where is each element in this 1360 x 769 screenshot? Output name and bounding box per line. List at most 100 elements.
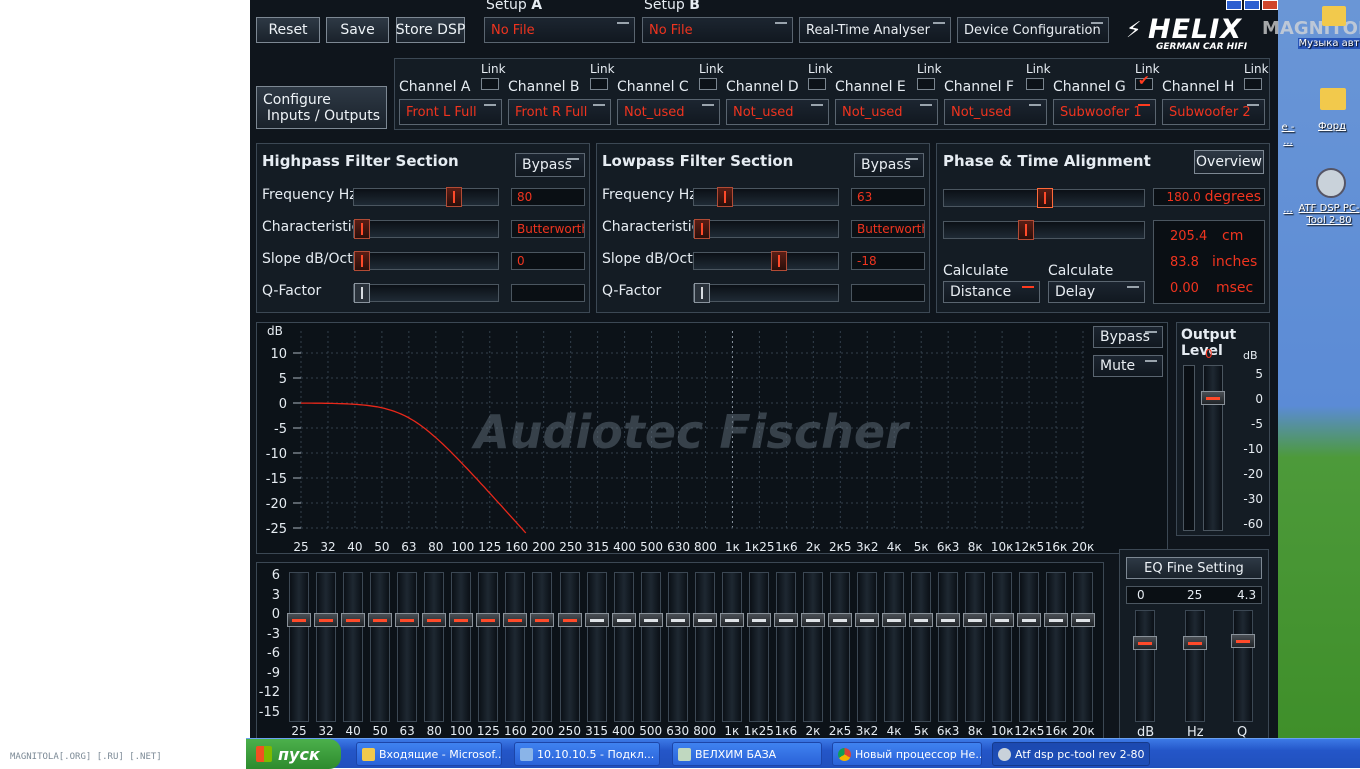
desktop-icon-music[interactable]: Музыка авт bbox=[1298, 38, 1360, 49]
filter-slider[interactable] bbox=[353, 283, 499, 303]
fine-q-slider[interactable] bbox=[1231, 610, 1255, 722]
eq-band-slider[interactable] bbox=[773, 572, 798, 722]
link-checkbox[interactable] bbox=[1244, 78, 1262, 90]
fine-q-knob[interactable] bbox=[1231, 634, 1255, 648]
taskbar-item-atf-dsp[interactable]: Atf dsp pc-tool rev 2-80 bbox=[992, 742, 1150, 766]
graph-bypass-button[interactable]: Bypass bbox=[1093, 326, 1163, 348]
phase-slider[interactable] bbox=[943, 188, 1145, 208]
filter-slider-knob[interactable] bbox=[354, 251, 370, 271]
link-checkbox[interactable] bbox=[481, 78, 499, 90]
eq-band-knob[interactable] bbox=[773, 613, 798, 627]
eq-band-knob[interactable] bbox=[909, 613, 934, 627]
mute-button[interactable]: Mute bbox=[1093, 355, 1163, 377]
setup-a-select[interactable]: No File bbox=[484, 17, 635, 43]
atf-dsp-icon[interactable] bbox=[1316, 168, 1346, 198]
fine-db-knob[interactable] bbox=[1133, 636, 1157, 650]
eq-band-knob[interactable] bbox=[800, 613, 825, 627]
folder-icon[interactable] bbox=[1320, 88, 1346, 110]
device-config-button[interactable]: Device Configuration bbox=[957, 17, 1109, 43]
eq-band-knob[interactable] bbox=[557, 613, 582, 627]
eq-band-knob[interactable] bbox=[530, 613, 555, 627]
eq-band-knob[interactable] bbox=[368, 613, 393, 627]
channel-output-select[interactable]: Front R Full bbox=[508, 99, 611, 125]
time-slider[interactable] bbox=[943, 220, 1145, 240]
eq-band-slider[interactable] bbox=[287, 572, 311, 722]
eq-band-slider[interactable] bbox=[638, 572, 663, 722]
link-checkbox[interactable] bbox=[699, 78, 717, 90]
desktop-icon-ford[interactable]: Форд bbox=[1308, 121, 1356, 132]
start-button[interactable]: пуск bbox=[246, 739, 341, 769]
eq-band-slider[interactable] bbox=[665, 572, 690, 722]
eq-band-slider[interactable] bbox=[990, 572, 1015, 722]
eq-band-slider[interactable] bbox=[422, 572, 447, 722]
eq-band-knob[interactable] bbox=[341, 613, 366, 627]
reset-button[interactable]: Reset bbox=[256, 17, 320, 43]
link-checkbox[interactable] bbox=[1026, 78, 1044, 90]
eq-band-slider[interactable] bbox=[341, 572, 366, 722]
eq-band-knob[interactable] bbox=[449, 613, 474, 627]
filter-slider-knob[interactable] bbox=[354, 219, 370, 239]
eq-band-knob[interactable] bbox=[503, 613, 528, 627]
time-slider-knob[interactable] bbox=[1018, 220, 1035, 240]
desktop-icon-atf-dsp[interactable]: ATF DSP PC-Tool 2-80 bbox=[1298, 203, 1360, 227]
eq-band-knob[interactable] bbox=[963, 613, 988, 627]
output-fader-knob[interactable] bbox=[1201, 391, 1225, 405]
eq-band-slider[interactable] bbox=[530, 572, 555, 722]
eq-band-slider[interactable] bbox=[449, 572, 474, 722]
eq-band-slider[interactable] bbox=[800, 572, 825, 722]
overview-button[interactable]: Overview bbox=[1194, 150, 1264, 174]
eq-band-slider[interactable] bbox=[368, 572, 393, 722]
eq-band-knob[interactable] bbox=[611, 613, 636, 627]
phase-slider-knob[interactable] bbox=[1037, 188, 1053, 208]
eq-band-knob[interactable] bbox=[936, 613, 961, 627]
channel-output-select[interactable]: Not_used bbox=[726, 99, 829, 125]
eq-band-slider[interactable] bbox=[692, 572, 717, 722]
eq-band-slider[interactable] bbox=[476, 572, 501, 722]
lowpass-bypass-button[interactable]: Bypass bbox=[854, 153, 924, 177]
channel-output-select[interactable]: Subwoofer 1 bbox=[1053, 99, 1156, 125]
link-checkbox[interactable]: ✔ bbox=[1135, 73, 1153, 90]
link-checkbox[interactable] bbox=[917, 78, 935, 90]
filter-slider-knob[interactable] bbox=[694, 219, 710, 239]
eq-band-knob[interactable] bbox=[1044, 613, 1069, 627]
eq-band-slider[interactable] bbox=[1071, 572, 1096, 722]
distance-select[interactable]: Distance bbox=[943, 281, 1040, 303]
taskbar-item-outlook[interactable]: Входящие - Microsof... bbox=[356, 742, 502, 766]
eq-band-knob[interactable] bbox=[314, 613, 339, 627]
eq-band-slider[interactable] bbox=[584, 572, 609, 722]
eq-band-slider[interactable] bbox=[314, 572, 339, 722]
eq-band-knob[interactable] bbox=[692, 613, 717, 627]
eq-band-slider[interactable] bbox=[882, 572, 907, 722]
eq-band-slider[interactable] bbox=[719, 572, 744, 722]
eq-band-knob[interactable] bbox=[665, 613, 690, 627]
taskbar-item-browser[interactable]: Новый процессор Не... bbox=[832, 742, 982, 766]
eq-band-slider[interactable] bbox=[503, 572, 528, 722]
eq-band-slider[interactable] bbox=[909, 572, 934, 722]
taskbar-item-velhim[interactable]: ВЕЛХИМ БАЗА bbox=[672, 742, 822, 766]
eq-band-slider[interactable] bbox=[963, 572, 988, 722]
eq-band-knob[interactable] bbox=[1017, 613, 1042, 627]
desktop-partial-label-2[interactable]: ... bbox=[1280, 136, 1296, 147]
eq-band-knob[interactable] bbox=[476, 613, 501, 627]
eq-band-slider[interactable] bbox=[855, 572, 880, 722]
eq-band-slider[interactable] bbox=[746, 572, 771, 722]
filter-slider[interactable] bbox=[693, 187, 839, 207]
eq-band-knob[interactable] bbox=[746, 613, 771, 627]
desktop-partial-label-1[interactable]: е - bbox=[1280, 122, 1296, 133]
eq-band-knob[interactable] bbox=[1071, 613, 1096, 627]
eq-band-knob[interactable] bbox=[882, 613, 907, 627]
eq-band-knob[interactable] bbox=[287, 613, 311, 627]
eq-band-slider[interactable] bbox=[936, 572, 961, 722]
filter-slider-knob[interactable] bbox=[717, 187, 734, 207]
eq-band-knob[interactable] bbox=[395, 613, 420, 627]
eq-band-knob[interactable] bbox=[855, 613, 880, 627]
fine-hz-slider[interactable] bbox=[1183, 610, 1207, 722]
maximize-button[interactable] bbox=[1244, 0, 1260, 10]
channel-output-select[interactable]: Subwoofer 2 bbox=[1162, 99, 1265, 125]
taskbar-item-rdp[interactable]: 10.10.10.5 - Подкл... bbox=[514, 742, 660, 766]
filter-slider-knob[interactable] bbox=[694, 283, 710, 303]
filter-slider[interactable] bbox=[693, 283, 839, 303]
link-checkbox[interactable] bbox=[808, 78, 826, 90]
channel-output-select[interactable]: Not_used bbox=[835, 99, 938, 125]
configure-io-button[interactable]: Configure Inputs / Outputs bbox=[256, 86, 387, 129]
